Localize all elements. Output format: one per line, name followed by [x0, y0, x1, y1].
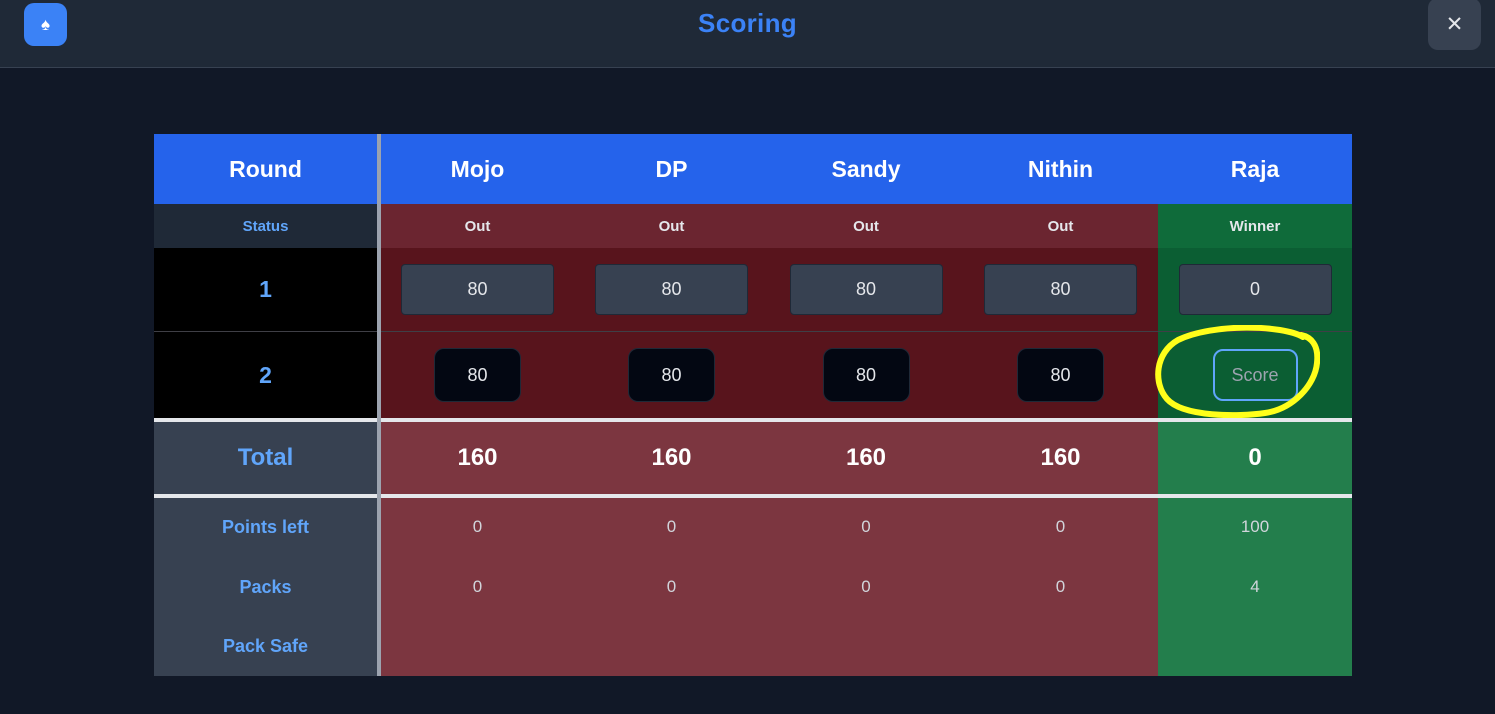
round-number: 2 [154, 332, 377, 418]
total-value: 160 [574, 422, 769, 494]
packs-value: 0 [1055, 577, 1066, 596]
player-header: Mojo [450, 155, 505, 182]
scoring-table: Round Mojo DP Sandy Nithin Raja Status O… [154, 134, 1352, 676]
player-header: Raja [1230, 155, 1280, 182]
status-badge: Out [574, 204, 769, 248]
score-input[interactable]: 80 [984, 264, 1137, 315]
status-badge: Out [769, 204, 963, 248]
stats-block: Points left 0 0 0 0 100 Packs 0 0 0 0 4 … [154, 498, 1352, 676]
round-row: 1 80 80 80 80 0 [154, 248, 1352, 332]
close-button[interactable]: ✕ [1428, 0, 1481, 50]
score-input[interactable]: 80 [401, 264, 554, 315]
status-badge: Out [963, 204, 1158, 248]
round-row: 2 80 80 80 80 Score [154, 332, 1352, 418]
player-header: DP [655, 155, 688, 182]
score-value[interactable]: 80 [434, 348, 521, 402]
close-icon: ✕ [1445, 12, 1464, 36]
round-number: 1 [154, 248, 377, 331]
round-header: Round [229, 155, 302, 182]
score-value[interactable]: 80 [1017, 348, 1104, 402]
status-label: Status [154, 204, 377, 248]
points-left-value: 0 [861, 517, 871, 536]
total-value: 160 [381, 422, 574, 494]
score-button[interactable]: Score [1212, 349, 1298, 401]
points-left-value: 0 [1055, 517, 1066, 536]
player-header: Sandy [831, 155, 901, 182]
points-left-value: 0 [666, 517, 677, 536]
status-row: Status Out Out Out Out Winner [154, 204, 1352, 248]
score-value[interactable]: 80 [822, 348, 910, 402]
score-input[interactable]: 80 [595, 264, 748, 315]
points-left-label: Points left [221, 516, 309, 537]
page-title: Scoring [698, 8, 797, 38]
score-input[interactable]: 0 [1178, 264, 1332, 315]
total-value: 0 [1158, 422, 1352, 494]
packs-value: 0 [666, 577, 677, 596]
pack-safe-label: Pack Safe [222, 635, 309, 656]
score-value[interactable]: 80 [628, 348, 715, 402]
total-row: Total 160 160 160 160 0 [154, 422, 1352, 494]
points-left-value: 100 [1240, 517, 1270, 536]
total-label: Total [154, 422, 377, 494]
header-row: Round Mojo DP Sandy Nithin Raja [154, 134, 1352, 204]
packs-value: 4 [1250, 577, 1260, 596]
column-divider [377, 134, 381, 676]
total-value: 160 [769, 422, 963, 494]
status-badge: Winner [1158, 204, 1352, 248]
packs-label: Packs [239, 576, 292, 597]
top-bar: ♠ Scoring ✕ [0, 0, 1495, 68]
packs-value: 0 [861, 577, 871, 596]
score-input[interactable]: 80 [789, 264, 943, 315]
packs-value: 0 [472, 577, 483, 596]
total-value: 160 [963, 422, 1158, 494]
player-header: Nithin [1027, 155, 1094, 182]
status-badge: Out [381, 204, 574, 248]
points-left-value: 0 [472, 517, 483, 536]
